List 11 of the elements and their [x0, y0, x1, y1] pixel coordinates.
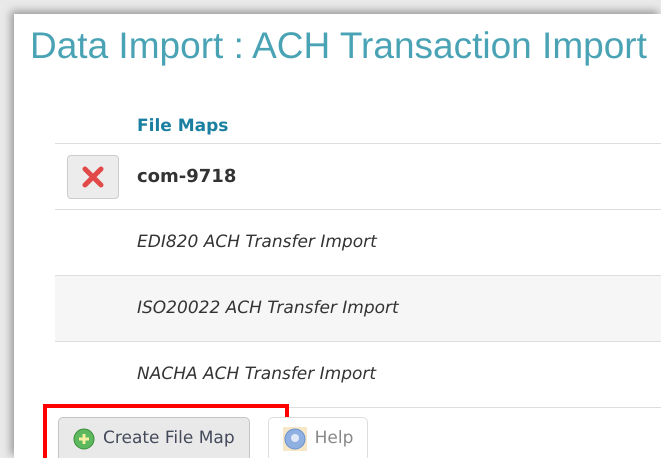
help-icon	[282, 427, 307, 451]
file-map-name: NACHA ACH Transfer Import	[137, 362, 376, 386]
file-map-name: EDI820 ACH Transfer Import	[137, 230, 377, 254]
delete-icon	[80, 164, 106, 190]
delete-button[interactable]	[67, 154, 119, 198]
page-title: Data Import : ACH Transaction Import	[30, 26, 648, 66]
plus-icon	[73, 428, 95, 450]
file-map-name: com-9718	[137, 165, 236, 189]
file-map-name: ISO20022 ACH Transfer Import	[137, 296, 399, 320]
create-file-map-button[interactable]: Create File Map	[58, 417, 250, 458]
column-header: File Maps	[137, 114, 228, 138]
